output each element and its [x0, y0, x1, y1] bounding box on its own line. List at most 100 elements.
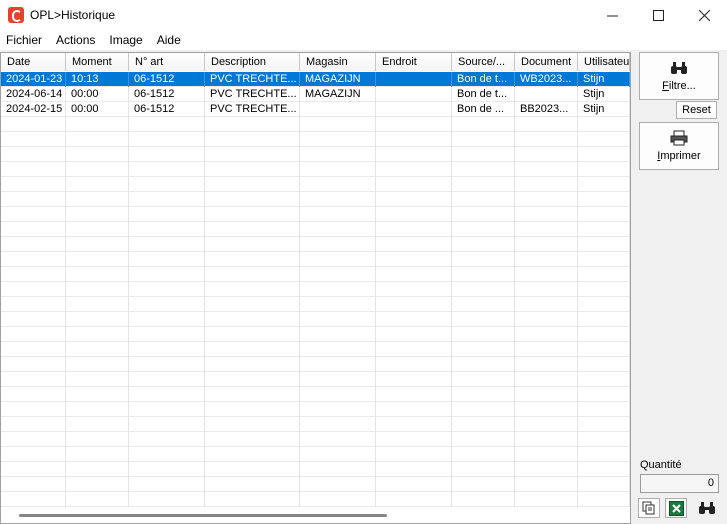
empty-row	[1, 327, 630, 342]
cell-article	[129, 312, 205, 327]
binoculars-icon	[699, 502, 715, 514]
cell-article	[129, 162, 205, 177]
cell-source	[452, 432, 515, 447]
column-header-moment[interactable]: Moment	[66, 53, 129, 71]
column-header-magasin[interactable]: Magasin	[300, 53, 376, 71]
cell-document	[515, 417, 578, 432]
cell-endroit	[376, 207, 452, 222]
cell-utilisateur	[578, 312, 630, 327]
cell-utilisateur	[578, 402, 630, 417]
cell-magasin	[300, 252, 376, 267]
cell-utilisateur	[578, 297, 630, 312]
cell-date	[1, 447, 66, 462]
cell-moment	[66, 402, 129, 417]
cell-magasin	[300, 117, 376, 132]
cell-document	[515, 282, 578, 297]
cell-article	[129, 252, 205, 267]
horizontal-scrollbar[interactable]	[19, 514, 387, 517]
cell-document	[515, 402, 578, 417]
column-header-document[interactable]: Document	[515, 53, 578, 71]
cell-source	[452, 267, 515, 282]
cell-description	[205, 237, 300, 252]
cell-endroit	[376, 72, 452, 87]
column-header-date[interactable]: Date	[1, 53, 66, 71]
cell-description	[205, 312, 300, 327]
cell-date	[1, 147, 66, 162]
maximize-button[interactable]	[635, 0, 681, 30]
table-row[interactable]: 2024-01-23 10:13 06-1512 PVC TRECHTE... MAGA…	[1, 72, 630, 87]
cell-source	[452, 117, 515, 132]
print-button[interactable]: Imprimer	[639, 122, 719, 170]
cell-magasin	[300, 327, 376, 342]
empty-row	[1, 117, 630, 132]
cell-utilisateur	[578, 372, 630, 387]
column-header-article[interactable]: N° art	[129, 53, 205, 71]
cell-article	[129, 147, 205, 162]
cell-article	[129, 237, 205, 252]
empty-row	[1, 282, 630, 297]
empty-row	[1, 477, 630, 492]
table-row[interactable]: 2024-06-14 00:00 06-1512 PVC TRECHTE... MAGA…	[1, 87, 630, 102]
cell-source	[452, 237, 515, 252]
cell-moment: 00:00	[66, 102, 129, 117]
copy-button[interactable]	[638, 498, 660, 518]
column-header-source[interactable]: Source/...	[452, 53, 515, 71]
binoculars-icon	[671, 62, 687, 74]
cell-utilisateur	[578, 357, 630, 372]
cell-magasin: MAGAZIJN	[300, 87, 376, 102]
cell-moment	[66, 327, 129, 342]
cell-magasin	[300, 462, 376, 477]
reset-button[interactable]: Reset	[676, 101, 717, 119]
cell-magasin	[300, 162, 376, 177]
cell-article	[129, 327, 205, 342]
column-header-utilisateur[interactable]: Utilisateur	[578, 53, 630, 71]
search-button[interactable]	[696, 498, 718, 518]
cell-date	[1, 252, 66, 267]
excel-export-button[interactable]	[665, 498, 687, 518]
menu-fichier[interactable]: Fichier	[0, 30, 49, 50]
cell-article	[129, 417, 205, 432]
cell-magasin	[300, 357, 376, 372]
cell-utilisateur	[578, 462, 630, 477]
cell-utilisateur	[578, 492, 630, 507]
cell-endroit	[376, 237, 452, 252]
cell-endroit	[376, 267, 452, 282]
cell-description	[205, 387, 300, 402]
filter-button[interactable]: Filtre...	[639, 52, 719, 100]
cell-magasin	[300, 417, 376, 432]
history-grid[interactable]: Date Moment N° art Description Magasin E…	[0, 52, 631, 524]
cell-moment	[66, 372, 129, 387]
cell-source: Bon de ...	[452, 102, 515, 117]
menu-aide[interactable]: Aide	[150, 30, 188, 50]
cell-utilisateur	[578, 327, 630, 342]
cell-source	[452, 162, 515, 177]
cell-magasin	[300, 222, 376, 237]
table-row[interactable]: 2024-02-15 00:00 06-1512 PVC TRECHTE... Bon …	[1, 102, 630, 117]
cell-description: PVC TRECHTE...	[205, 102, 300, 117]
cell-document	[515, 237, 578, 252]
column-header-endroit[interactable]: Endroit	[376, 53, 452, 71]
cell-document	[515, 267, 578, 282]
cell-moment	[66, 132, 129, 147]
cell-article	[129, 282, 205, 297]
cell-description	[205, 492, 300, 507]
cell-description	[205, 477, 300, 492]
cell-endroit	[376, 162, 452, 177]
cell-date	[1, 207, 66, 222]
cell-document	[515, 372, 578, 387]
cell-utilisateur	[578, 282, 630, 297]
filter-button-label: Filtre...	[662, 80, 696, 92]
column-header-description[interactable]: Description	[205, 53, 300, 71]
cell-magasin	[300, 207, 376, 222]
cell-utilisateur: Stijn	[578, 102, 630, 117]
cell-source	[452, 462, 515, 477]
cell-endroit	[376, 372, 452, 387]
cell-date	[1, 492, 66, 507]
close-button[interactable]	[681, 0, 727, 30]
menu-actions[interactable]: Actions	[49, 30, 102, 50]
menu-image[interactable]: Image	[102, 30, 149, 50]
cell-article	[129, 267, 205, 282]
print-button-label: Imprimer	[657, 150, 701, 162]
minimize-button[interactable]	[589, 0, 635, 30]
empty-row	[1, 432, 630, 447]
